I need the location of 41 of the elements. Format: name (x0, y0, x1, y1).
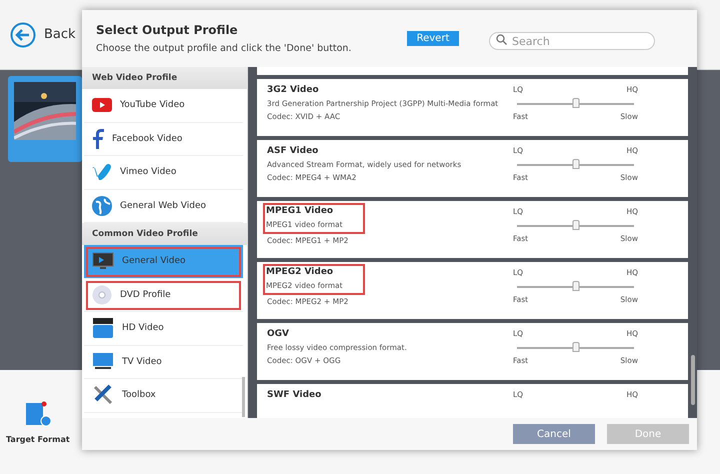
profile-category-item[interactable]: Facebook Video (84, 122, 243, 156)
section-header: Common Video Profile (82, 223, 247, 245)
tools-icon (92, 384, 114, 406)
monitor-icon (92, 252, 114, 270)
profile-name: 3G2 Video (267, 85, 319, 95)
quality-slider[interactable] (517, 97, 634, 109)
dialog-title: Select Output Profile (96, 23, 239, 37)
profile-category-item[interactable]: YouTube Video (84, 89, 243, 122)
slider-thumb[interactable] (572, 220, 579, 230)
profile-name: SWF Video (267, 390, 322, 400)
tv-icon (92, 352, 114, 372)
disc-icon (92, 284, 112, 305)
profile-category-item[interactable]: HD Video (84, 312, 243, 346)
section-header: Web Video Profile (82, 67, 247, 89)
target-format-button[interactable]: Target Format (6, 400, 70, 444)
slider-thumb[interactable] (572, 98, 579, 108)
quality-slider[interactable] (517, 219, 634, 231)
search-field[interactable]: Search (489, 32, 655, 50)
slider-thumb[interactable] (572, 342, 579, 352)
profile-name: ASF Video (267, 146, 318, 156)
profile-name: MPEG1 Video (266, 206, 334, 216)
profile-category-item[interactable]: DVD Profile (84, 278, 243, 312)
quality-slider[interactable] (517, 341, 634, 353)
profile-category-item[interactable]: Vimeo Video (84, 156, 243, 190)
facebook-icon (92, 128, 104, 149)
slider-thumb[interactable] (572, 159, 579, 169)
play-icon (92, 98, 112, 112)
profile-category-item[interactable]: TV Video (84, 346, 243, 379)
quality-slider[interactable] (517, 158, 634, 170)
video-thumbnail-card[interactable] (8, 76, 82, 162)
slider-thumb[interactable] (572, 281, 579, 291)
back-button[interactable]: Back (10, 22, 76, 48)
quality-slider[interactable] (517, 280, 634, 292)
document-gear-icon (24, 400, 51, 428)
scrollbar[interactable] (691, 355, 695, 405)
profile-name: OGV (267, 329, 290, 339)
profile-name: MPEG2 Video (266, 267, 334, 277)
dialog-subtitle: Choose the output profile and click the 'Done' button. (96, 43, 352, 54)
scrollbar[interactable] (242, 377, 245, 417)
profile-category-item[interactable]: General Video (84, 245, 243, 278)
globe-icon (92, 196, 112, 216)
